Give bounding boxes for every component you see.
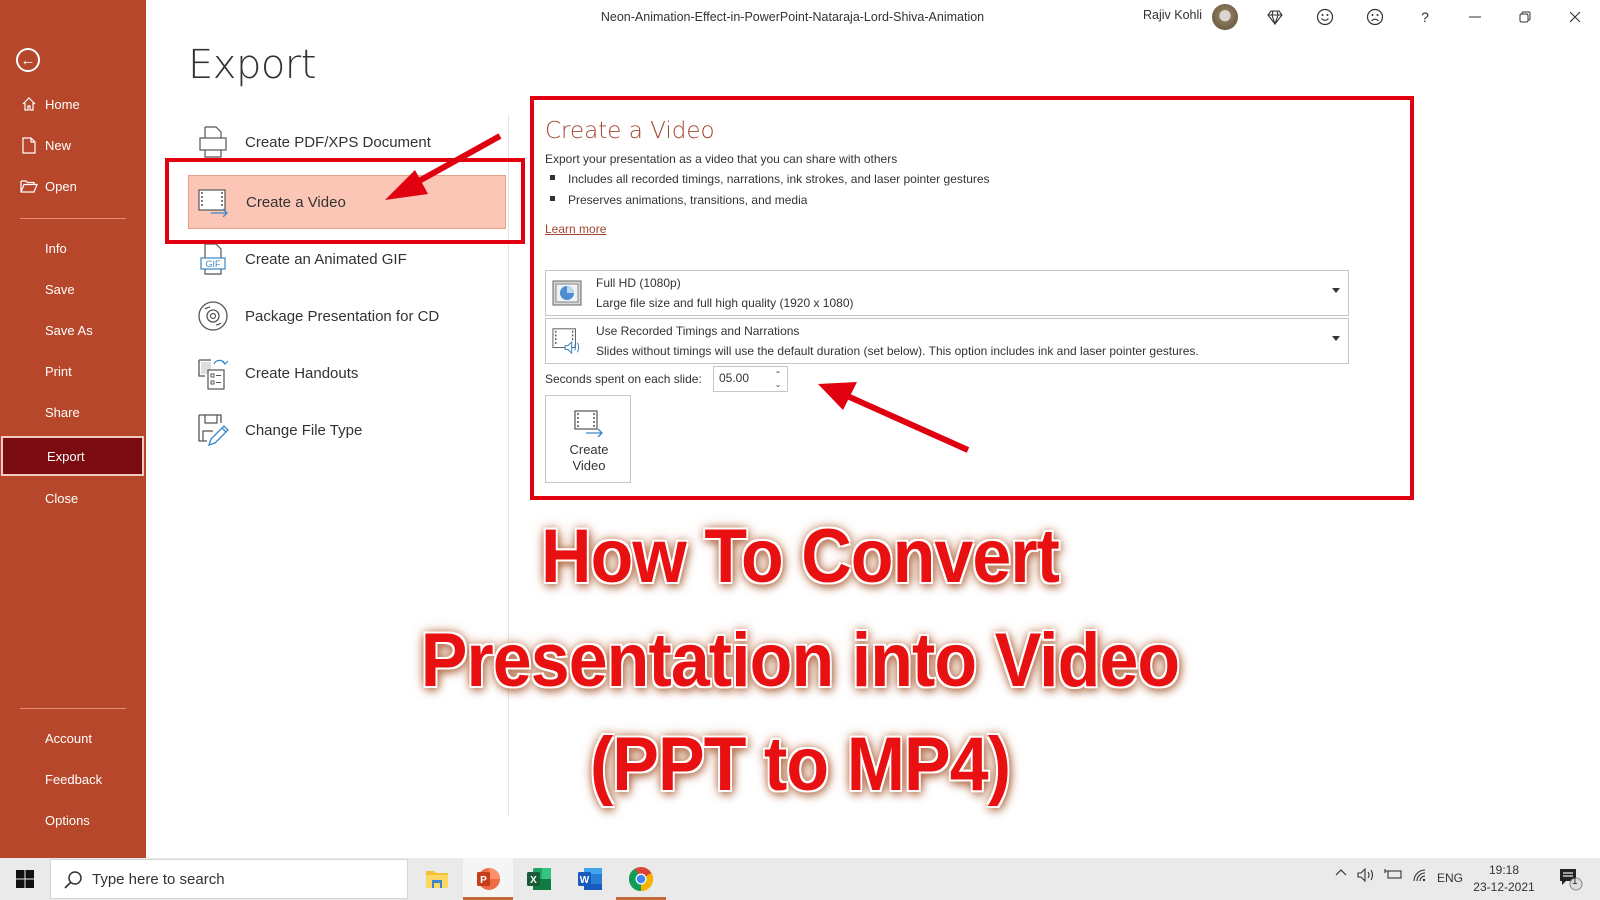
clock-date: 23-12-2021 <box>1473 880 1535 894</box>
taskbar-app-chrome[interactable] <box>616 858 666 900</box>
monitor-quality-icon <box>552 279 582 307</box>
language-indicator[interactable]: ENG <box>1437 871 1463 885</box>
pdf-document-icon <box>196 125 230 159</box>
back-arrow-icon[interactable]: ← <box>16 48 40 72</box>
handouts-icon <box>196 356 230 390</box>
bullet-marker <box>550 175 555 181</box>
sidebar-item-home[interactable]: Home <box>0 84 146 124</box>
video-narration-icon <box>552 327 582 355</box>
excel-icon: X <box>527 868 551 890</box>
svg-text:X: X <box>530 875 537 886</box>
export-item-create-handouts[interactable]: Create Handouts <box>188 347 506 399</box>
sidebar-item-print[interactable]: Print <box>0 351 146 391</box>
notification-count: 1 <box>1572 876 1578 887</box>
taskbar-search-input[interactable]: Type here to search <box>50 859 408 899</box>
sidebar-item-open[interactable]: Open <box>0 166 146 206</box>
panel-bullet: Preserves animations, transitions, and m… <box>550 193 807 207</box>
sidebar-item-close[interactable]: Close <box>0 478 146 518</box>
svg-text:W: W <box>580 875 590 886</box>
close-icon[interactable] <box>1563 5 1587 29</box>
new-document-icon <box>20 136 38 154</box>
volume-icon[interactable] <box>1355 868 1377 882</box>
windows-start-icon[interactable] <box>15 869 35 889</box>
seconds-stepper[interactable]: ⌃ ⌄ <box>713 366 788 392</box>
chevron-down-icon <box>1332 336 1340 341</box>
notification-center-icon[interactable]: 1 <box>1557 866 1585 892</box>
sidebar-item-new[interactable]: New <box>0 125 146 165</box>
clock-time: 19:18 <box>1488 863 1520 877</box>
show-hidden-icons-icon[interactable] <box>1333 868 1349 876</box>
stepper-up-icon[interactable]: ⌃ <box>773 369 783 379</box>
taskbar-app-word[interactable]: W <box>565 858 615 900</box>
sidebar-item-info[interactable]: Info <box>0 228 146 268</box>
sidebar-item-export[interactable]: Export <box>1 436 144 476</box>
minimize-icon[interactable] <box>1463 5 1487 29</box>
export-item-change-file-type[interactable]: Change File Type <box>188 404 506 456</box>
open-folder-icon <box>20 177 38 195</box>
sidebar-item-options[interactable]: Options <box>0 800 146 840</box>
window-title: Neon-Animation-Effect-in-PowerPoint-Nata… <box>600 10 985 24</box>
help-icon[interactable]: ? <box>1413 5 1437 29</box>
chrome-icon <box>629 867 654 891</box>
export-item-package-cd[interactable]: Package Presentation for CD <box>188 290 506 342</box>
diamond-icon[interactable] <box>1263 5 1287 29</box>
seconds-input[interactable] <box>719 371 769 385</box>
smiley-icon[interactable] <box>1313 5 1337 29</box>
search-icon <box>64 871 82 889</box>
panel-bullet: Includes all recorded timings, narration… <box>550 172 990 186</box>
learn-more-link[interactable]: Learn more <box>545 222 606 236</box>
sidebar-item-account[interactable]: Account <box>0 718 146 758</box>
restore-icon[interactable] <box>1513 5 1537 29</box>
taskbar-app-excel[interactable]: X <box>514 858 564 900</box>
chevron-down-icon <box>1332 288 1340 293</box>
home-icon <box>20 95 38 113</box>
sidebar-divider <box>20 218 126 219</box>
wifi-icon[interactable] <box>1409 868 1431 882</box>
powerpoint-icon: P <box>477 868 500 890</box>
overlay-title-line-1: How To Convert <box>541 514 1060 599</box>
sidebar-item-share[interactable]: Share <box>0 392 146 432</box>
frown-icon[interactable] <box>1363 5 1387 29</box>
user-name[interactable]: Rajiv Kohli <box>1143 8 1202 22</box>
page-title: Export <box>188 42 316 88</box>
taskbar: Type here to search P X W ENG 19:18 23-1… <box>0 858 1600 900</box>
gif-icon: GIF <box>196 242 230 276</box>
taskbar-app-file-explorer[interactable] <box>412 858 462 900</box>
overlay-title-line-3: (PPT to MP4) <box>589 722 1011 807</box>
svg-text:P: P <box>480 875 487 886</box>
sidebar-item-save[interactable]: Save <box>0 269 146 309</box>
sidebar-item-feedback[interactable]: Feedback <box>0 759 146 799</box>
avatar[interactable] <box>1212 4 1238 30</box>
seconds-label: Seconds spent on each slide: <box>545 372 702 386</box>
create-video-button[interactable]: Create Video <box>545 395 631 483</box>
cd-icon <box>196 299 230 333</box>
sidebar-item-save-as[interactable]: Save As <box>0 310 146 350</box>
panel-description: Export your presentation as a video that… <box>545 152 898 166</box>
word-icon: W <box>578 868 602 890</box>
change-file-type-icon <box>196 413 230 447</box>
video-icon <box>574 410 603 437</box>
taskbar-clock[interactable]: 19:18 23-12-2021 <box>1470 862 1538 896</box>
panel-title: Create a Video <box>545 118 715 144</box>
bullet-marker <box>550 196 555 202</box>
file-explorer-icon <box>426 871 448 888</box>
overlay-title-line-2: Presentation into Video <box>420 618 1180 703</box>
svg-text:GIF: GIF <box>206 259 222 269</box>
annotation-highlight-create-video <box>165 158 525 244</box>
backstage-sidebar: ← Home New Open Info Save Save As Print … <box>0 0 146 858</box>
stepper-down-icon[interactable]: ⌄ <box>773 379 783 389</box>
quality-dropdown[interactable]: Full HD (1080p) Large file size and full… <box>545 270 1349 316</box>
battery-icon[interactable] <box>1382 868 1404 880</box>
taskbar-app-powerpoint[interactable]: P <box>463 858 513 900</box>
sidebar-divider <box>20 708 126 709</box>
timings-dropdown[interactable]: Use Recorded Timings and Narrations Slid… <box>545 318 1349 364</box>
